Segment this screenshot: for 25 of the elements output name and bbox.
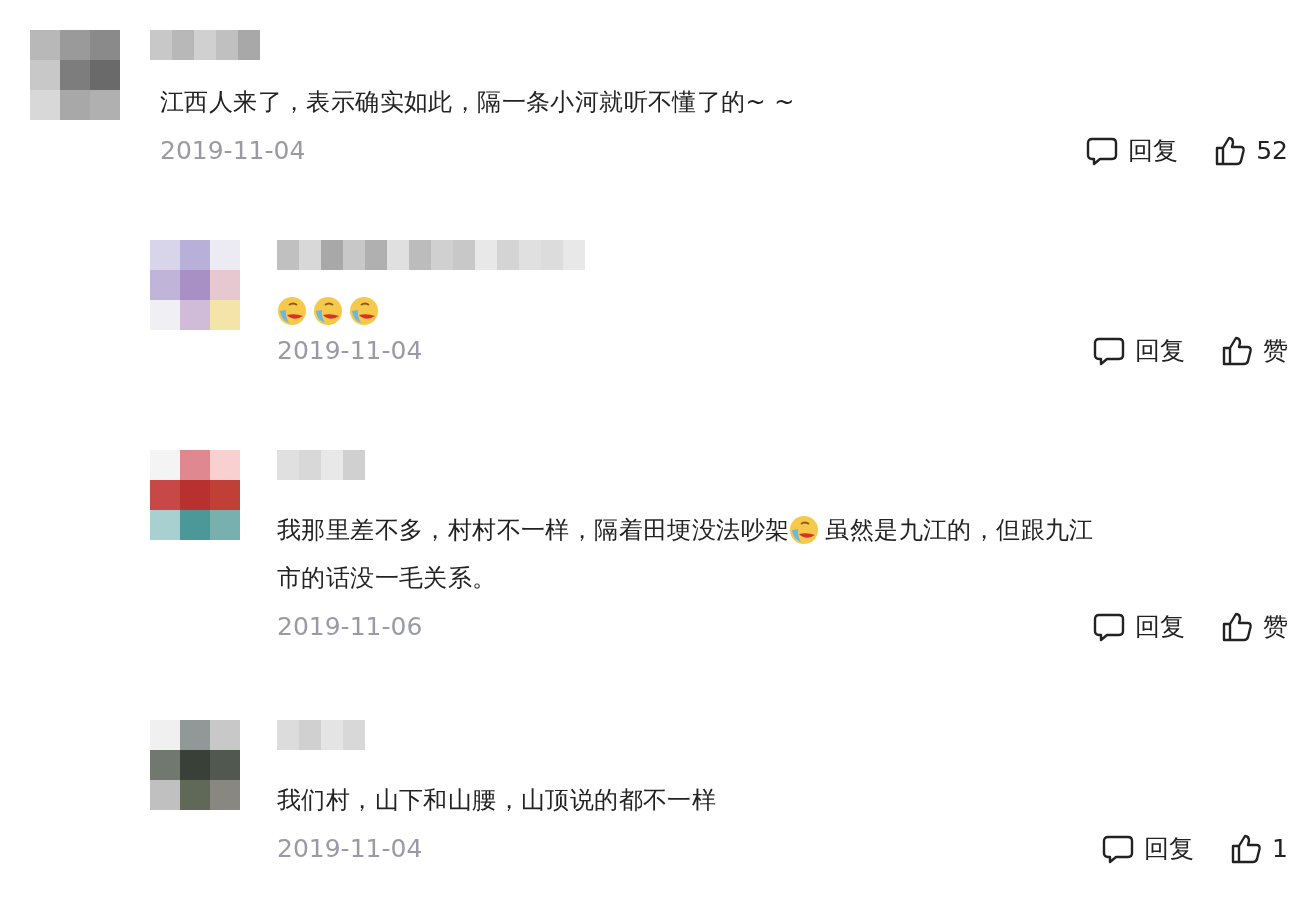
laughing-crying-emoji-icon (277, 296, 307, 326)
comment-text: 虽然是九江的，但跟九江 (825, 515, 1094, 546)
thumbs-up-icon (1221, 610, 1253, 643)
reply-button[interactable]: 回复 (1093, 334, 1185, 367)
comment-date: 2019-11-04 (277, 834, 423, 863)
reply-button[interactable]: 回复 (1086, 134, 1179, 167)
comment-date: 2019-11-06 (277, 612, 423, 641)
like-button[interactable]: 赞 (1221, 610, 1288, 643)
thumbs-up-icon (1214, 134, 1247, 167)
laughing-crying-emoji-icon (313, 296, 343, 326)
reply-button[interactable]: 回复 (1093, 610, 1185, 643)
like-button[interactable]: 52 (1214, 134, 1288, 167)
comment-text: 市的话没一毛关系。 (277, 563, 497, 594)
comment-text: 我们村，山下和山腰，山顶说的都不一样 (277, 785, 717, 816)
laughing-crying-emoji-icon (789, 515, 820, 545)
reply-button[interactable]: 回复 (1102, 832, 1195, 865)
comment-date: 2019-11-04 (277, 336, 423, 365)
comment-text: 江西人来了，表示确实如此，隔一条小河就听不懂了的~ ~ (160, 87, 795, 118)
laughing-crying-emoji-icon (349, 296, 379, 326)
comment-text: 我那里差不多，村村不一样，隔着田埂没法吵架 (277, 515, 790, 546)
thumbs-up-icon (1221, 334, 1253, 367)
like-button[interactable]: 1 (1230, 832, 1288, 865)
thumbs-up-icon (1230, 832, 1263, 865)
comment-date: 2019-11-04 (160, 136, 306, 165)
like-button[interactable]: 赞 (1221, 334, 1288, 367)
